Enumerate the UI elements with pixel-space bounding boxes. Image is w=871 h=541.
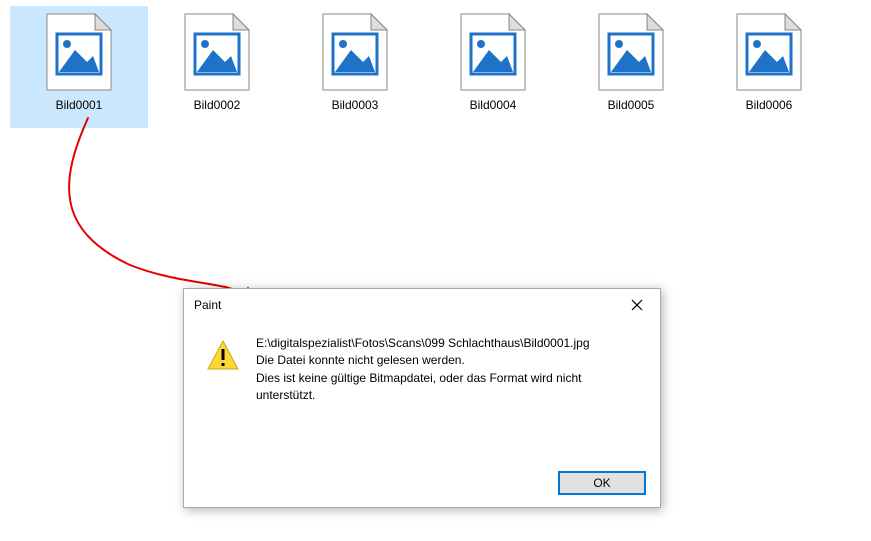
dialog-line-error: Die Datei konnte nicht gelesen werden.: [256, 352, 636, 369]
file-label: Bild0003: [332, 98, 379, 112]
image-file-icon: [177, 12, 257, 92]
close-button[interactable]: [614, 290, 660, 320]
dialog-titlebar[interactable]: Paint: [184, 289, 660, 321]
warning-icon: [206, 339, 240, 373]
file-item[interactable]: Bild0006: [700, 6, 838, 128]
file-grid: Bild0001 Bild0002 Bild0003: [0, 0, 871, 134]
file-label: Bild0004: [470, 98, 517, 112]
dialog-message: E:\digitalspezialist\Fotos\Scans\099 Sch…: [256, 335, 644, 405]
file-item[interactable]: Bild0001: [10, 6, 148, 128]
close-icon: [631, 299, 643, 311]
file-label: Bild0001: [56, 98, 103, 112]
file-item[interactable]: Bild0005: [562, 6, 700, 128]
file-item[interactable]: Bild0004: [424, 6, 562, 128]
ok-button[interactable]: OK: [558, 471, 646, 495]
image-file-icon: [453, 12, 533, 92]
file-item[interactable]: Bild0003: [286, 6, 424, 128]
file-label: Bild0006: [746, 98, 793, 112]
dialog-title: Paint: [194, 298, 221, 312]
dialog-body: E:\digitalspezialist\Fotos\Scans\099 Sch…: [184, 321, 660, 405]
file-label: Bild0002: [194, 98, 241, 112]
image-file-icon: [591, 12, 671, 92]
file-item[interactable]: Bild0002: [148, 6, 286, 128]
dialog-footer: OK: [558, 471, 646, 495]
ok-label: OK: [593, 476, 610, 490]
image-file-icon: [315, 12, 395, 92]
error-dialog: Paint E:\digitalspezialist\Fotos\Scans\0…: [183, 288, 661, 508]
dialog-line-detail: Dies ist keine gültige Bitmapdatei, oder…: [256, 370, 636, 405]
image-file-icon: [39, 12, 119, 92]
dialog-line-path: E:\digitalspezialist\Fotos\Scans\099 Sch…: [256, 335, 636, 352]
image-file-icon: [729, 12, 809, 92]
file-label: Bild0005: [608, 98, 655, 112]
